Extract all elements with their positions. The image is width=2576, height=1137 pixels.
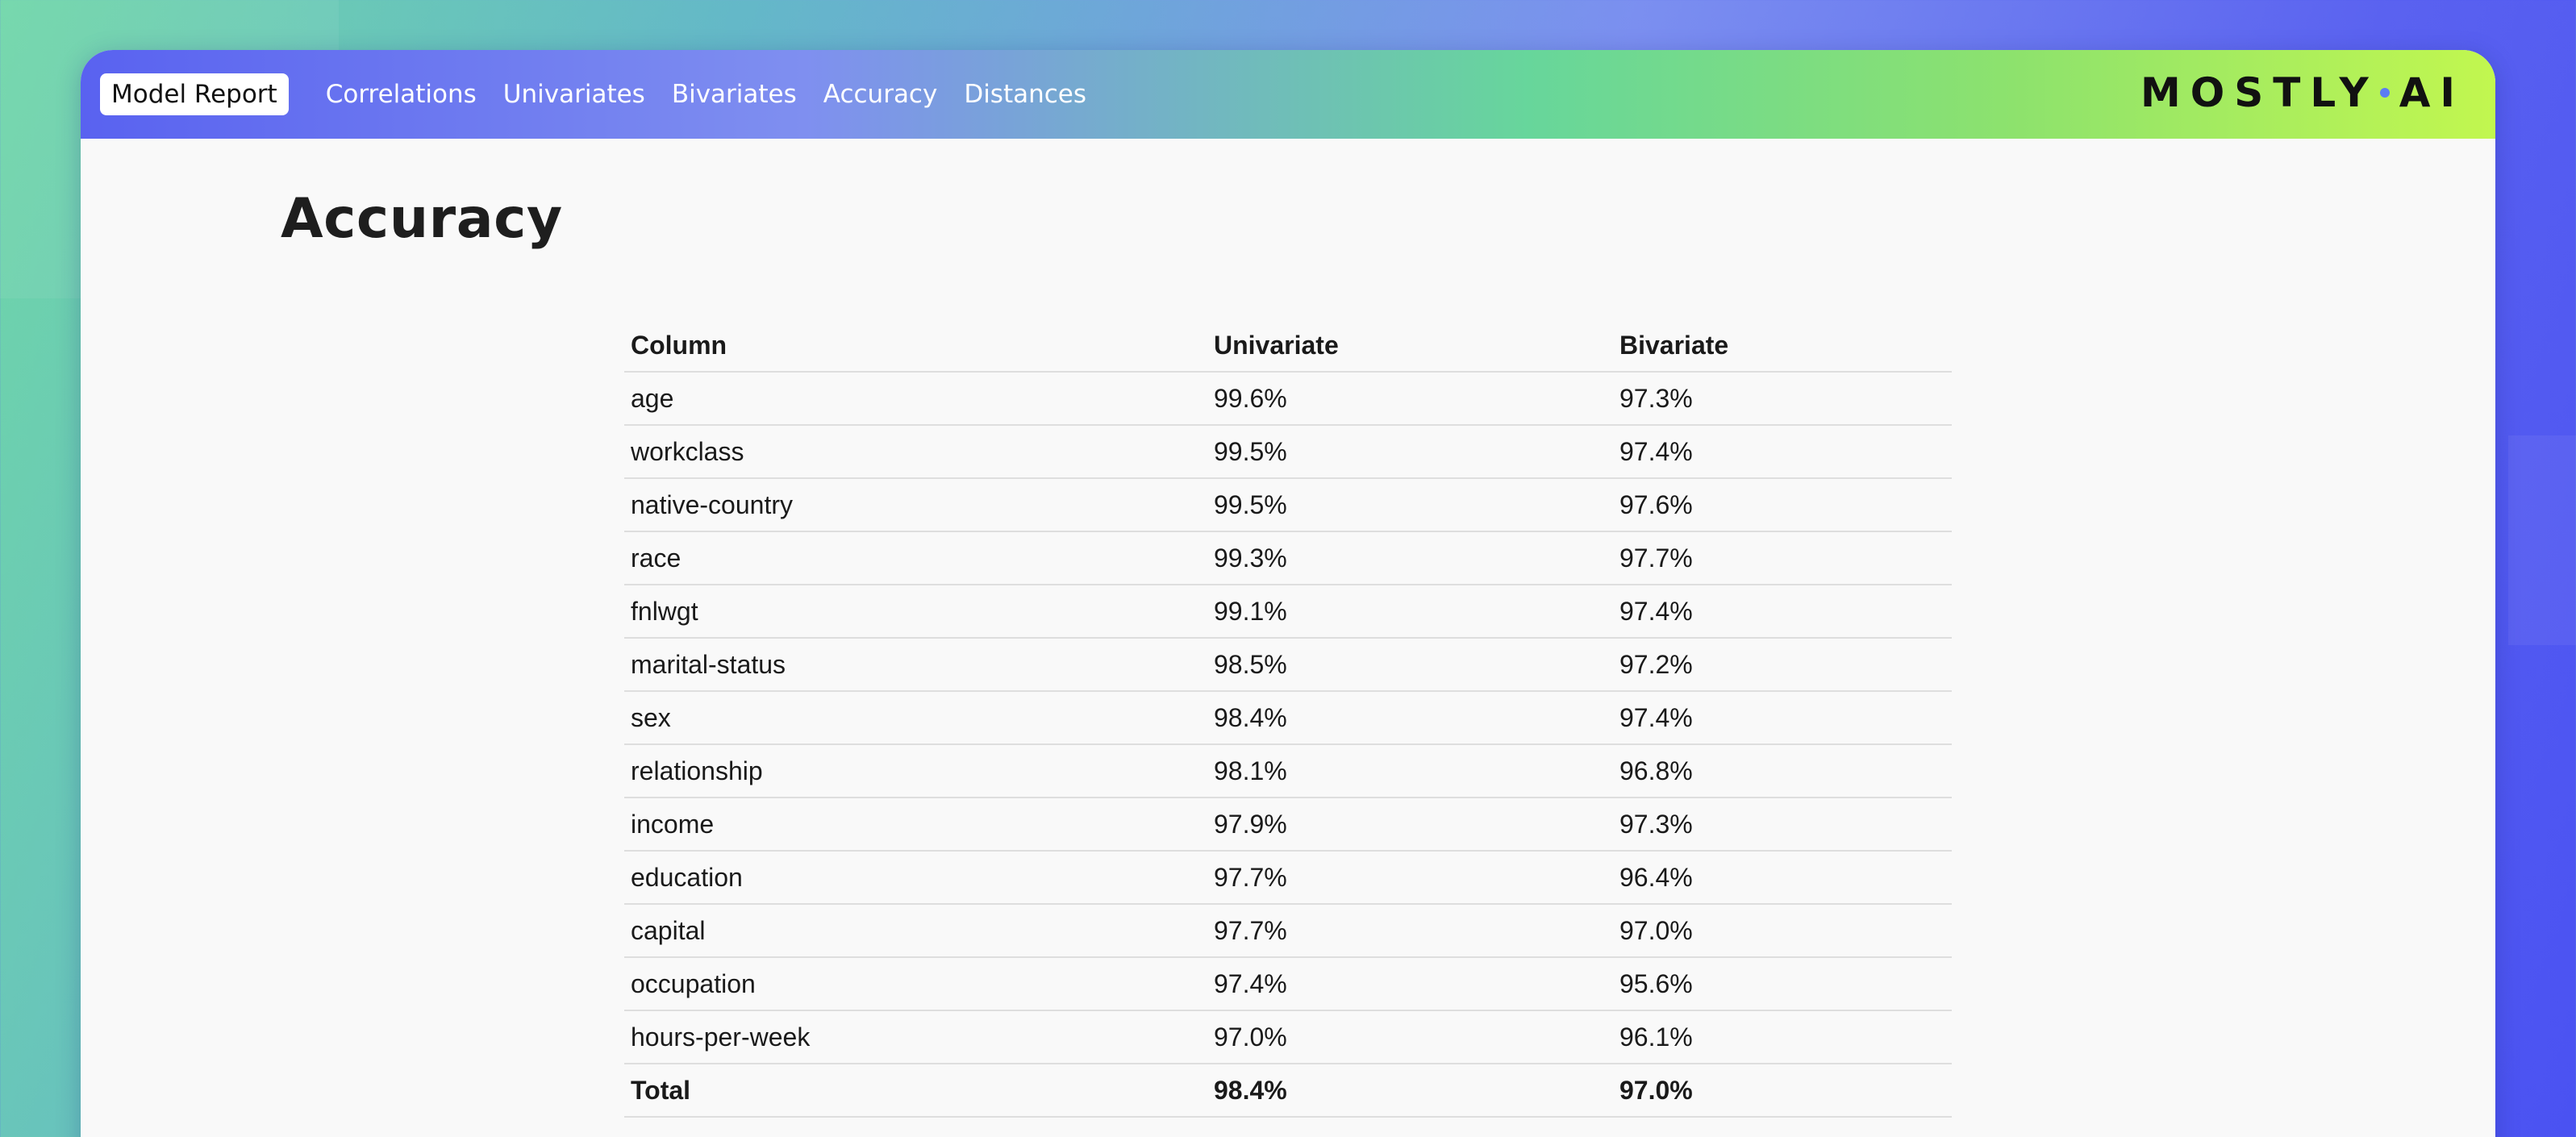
cell-column: race (624, 531, 1207, 585)
cell-column: relationship (624, 744, 1207, 798)
table-row: workclass 99.5% 97.4% (624, 425, 1952, 479)
cell-column: income (624, 798, 1207, 852)
header-univariate: Univariate (1207, 319, 1613, 373)
table-total-row: Total 98.4% 97.0% (624, 1064, 1952, 1118)
nav-link-bivariates[interactable]: Bivariates (672, 80, 797, 109)
cell-univariate: 97.9% (1207, 798, 1613, 852)
cell-bivariate: 97.0% (1613, 904, 1952, 958)
table-row: education 97.7% 96.4% (624, 851, 1952, 905)
cell-column: workclass (624, 425, 1207, 479)
cell-univariate: 97.7% (1207, 904, 1613, 958)
top-navbar: Model Report Correlations Univariates Bi… (81, 50, 2495, 139)
header-column: Column (624, 319, 1207, 373)
cell-univariate: 99.5% (1207, 425, 1613, 479)
nav-link-accuracy[interactable]: Accuracy (823, 80, 938, 109)
nav-link-correlations[interactable]: Correlations (326, 80, 477, 109)
table-row: relationship 98.1% 96.8% (624, 744, 1952, 798)
table-row: race 99.3% 97.7% (624, 531, 1952, 585)
cell-column: fnlwgt (624, 585, 1207, 639)
cell-column: age (624, 372, 1207, 426)
cell-univariate: 98.1% (1207, 744, 1613, 798)
cell-bivariate: 97.2% (1613, 638, 1952, 692)
cell-univariate: 97.0% (1207, 1010, 1613, 1064)
accuracy-table: Column Univariate Bivariate age 99.6% 97… (624, 319, 1952, 1118)
cell-bivariate: 96.1% (1613, 1010, 1952, 1064)
cell-total-bivariate: 97.0% (1613, 1064, 1952, 1118)
cell-univariate: 98.5% (1207, 638, 1613, 692)
cell-bivariate: 95.6% (1613, 957, 1952, 1011)
cell-bivariate: 96.4% (1613, 851, 1952, 905)
logo-dot-icon (2379, 88, 2390, 98)
cell-bivariate: 97.3% (1613, 798, 1952, 852)
cell-total-label: Total (624, 1064, 1207, 1118)
table-row: capital 97.7% 97.0% (624, 904, 1952, 958)
cell-univariate: 97.4% (1207, 957, 1613, 1011)
table-row: fnlwgt 99.1% 97.4% (624, 585, 1952, 639)
cell-column: marital-status (624, 638, 1207, 692)
cell-column: hours-per-week (624, 1010, 1207, 1064)
cell-univariate: 99.6% (1207, 372, 1613, 426)
cell-column: native-country (624, 478, 1207, 532)
nav-link-univariates[interactable]: Univariates (503, 80, 645, 109)
table-row: occupation 97.4% 95.6% (624, 957, 1952, 1011)
cell-bivariate: 97.4% (1613, 585, 1952, 639)
cell-bivariate: 96.8% (1613, 744, 1952, 798)
background-panel (2508, 435, 2576, 645)
table-row: income 97.9% 97.3% (624, 798, 1952, 852)
table-row: hours-per-week 97.0% 96.1% (624, 1010, 1952, 1064)
cell-bivariate: 97.7% (1613, 531, 1952, 585)
logo-text: MOSTLY (2140, 69, 2378, 116)
nav-link-distances[interactable]: Distances (964, 80, 1086, 109)
mostly-ai-logo: MOSTLY AI (2140, 69, 2465, 116)
page-title: Accuracy (281, 187, 563, 251)
cell-column: education (624, 851, 1207, 905)
header-bivariate: Bivariate (1613, 319, 1952, 373)
table-row: marital-status 98.5% 97.2% (624, 638, 1952, 692)
cell-univariate: 98.4% (1207, 691, 1613, 745)
report-window: Model Report Correlations Univariates Bi… (81, 50, 2495, 1137)
table-row: age 99.6% 97.3% (624, 372, 1952, 426)
nav-links: Correlations Univariates Bivariates Accu… (326, 80, 1113, 109)
table-row: native-country 99.5% 97.6% (624, 478, 1952, 532)
cell-bivariate: 97.4% (1613, 691, 1952, 745)
cell-univariate: 99.5% (1207, 478, 1613, 532)
table-row: sex 98.4% 97.4% (624, 691, 1952, 745)
cell-bivariate: 97.6% (1613, 478, 1952, 532)
cell-column: capital (624, 904, 1207, 958)
table-header-row: Column Univariate Bivariate (624, 319, 1952, 373)
cell-univariate: 97.7% (1207, 851, 1613, 905)
cell-univariate: 99.3% (1207, 531, 1613, 585)
cell-total-univariate: 98.4% (1207, 1064, 1613, 1118)
model-report-button[interactable]: Model Report (100, 73, 289, 115)
cell-bivariate: 97.3% (1613, 372, 1952, 426)
logo-text-ai: AI (2399, 69, 2465, 116)
cell-univariate: 99.1% (1207, 585, 1613, 639)
cell-bivariate: 97.4% (1613, 425, 1952, 479)
cell-column: sex (624, 691, 1207, 745)
cell-column: occupation (624, 957, 1207, 1011)
